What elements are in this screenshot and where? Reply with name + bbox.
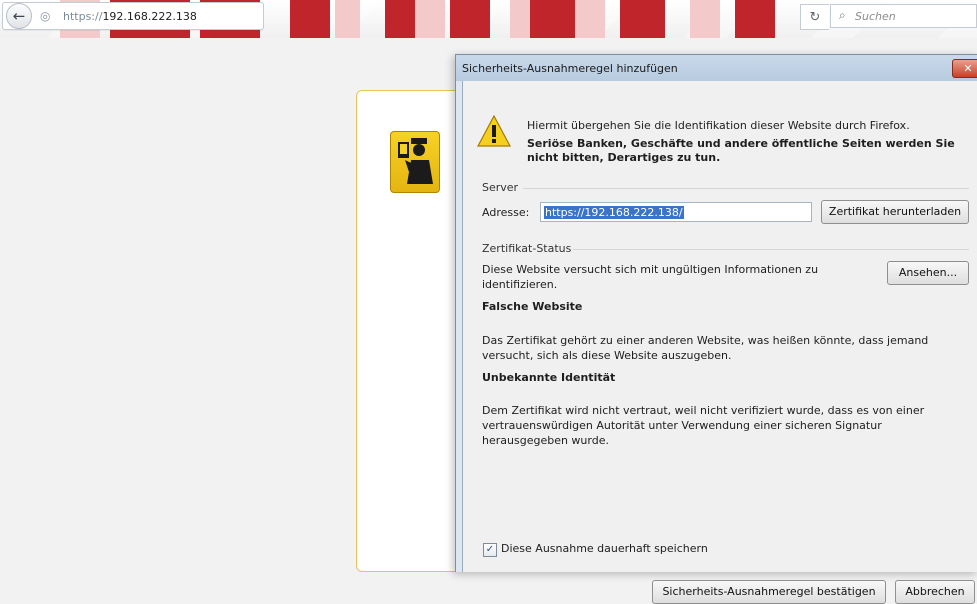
toolbar-stripe [620, 0, 665, 38]
certificate-status-label: Zertifikat-Status [482, 242, 572, 255]
toolbar-stripe [290, 0, 330, 38]
warning-text: Seriöse Banken, Geschäfte und andere öff… [527, 137, 955, 164]
toolbar-stripe [335, 0, 360, 38]
address-value: https://192.168.222.138/ [544, 206, 684, 219]
permanent-checkbox[interactable]: ✓ [483, 543, 497, 557]
security-exception-dialog: Sicherheits-Ausnahmeregel hinzufügen ✕ H… [455, 54, 977, 604]
url-protocol: https:// [63, 10, 103, 23]
address-label: Adresse: [482, 206, 530, 219]
toolbar-stripe [385, 0, 415, 38]
search-input[interactable]: ⌕ Suchen [830, 4, 977, 28]
security-officer-glyph [398, 138, 433, 184]
warning-icon [477, 115, 511, 147]
certificate-status-text: Diese Website versucht sich mit ungültig… [482, 263, 819, 291]
intro-text: Hiermit übergehen Sie die Identifikation… [527, 119, 910, 132]
search-placeholder: Suchen [855, 10, 896, 23]
confirm-exception-button[interactable]: Sicherheits-Ausnahmeregel bestätigen [652, 580, 886, 604]
site-identity-icon[interactable]: ◎ [40, 9, 54, 23]
view-certificate-button[interactable]: Ansehen... [887, 261, 969, 285]
back-arrow-icon[interactable]: ← [6, 3, 32, 29]
url-host: 192.168.222.138 [102, 10, 197, 23]
browser-toolbar: ← ◎ https://192.168.222.138 ↻ ⌕ Suchen [0, 0, 977, 38]
toolbar-stripe [530, 0, 575, 38]
cancel-button[interactable]: Abbrechen [895, 580, 975, 604]
toolbar-stripe [690, 0, 720, 38]
address-input[interactable]: https://192.168.222.138/ [540, 202, 812, 222]
dialog-titlebar[interactable]: Sicherheits-Ausnahmeregel hinzufügen ✕ [456, 55, 977, 81]
close-button[interactable]: ✕ [952, 59, 977, 78]
toolbar-stripe [415, 0, 445, 38]
close-icon: ✕ [963, 62, 973, 75]
divider [523, 188, 969, 189]
toolbar-stripe [510, 0, 530, 38]
toolbar-stripe [575, 0, 605, 38]
toolbar-stripe [450, 0, 490, 38]
security-officer-icon [390, 131, 440, 193]
reload-icon[interactable]: ↻ [800, 4, 829, 30]
divider [573, 249, 969, 250]
section-desc-wrong-site: Das Zertifikat gehört zu einer anderen W… [482, 334, 929, 362]
search-icon: ⌕ [839, 8, 846, 22]
dialog-body: Hiermit übergehen Sie die Identifikation… [462, 81, 977, 604]
server-group-label: Server [482, 181, 519, 194]
section-title-wrong-site: Falsche Website [482, 300, 583, 313]
toolbar-stripe [735, 0, 775, 38]
section-desc-unknown-identity: Dem Zertifikat wird nicht vertraut, weil… [482, 404, 925, 447]
permanent-checkbox-label[interactable]: Diese Ausnahme dauerhaft speichern [501, 542, 708, 555]
url-text[interactable]: https://192.168.222.138 [63, 10, 197, 23]
download-certificate-button[interactable]: Zertifikat herunterladen [821, 200, 969, 224]
dialog-title: Sicherheits-Ausnahmeregel hinzufügen [462, 62, 678, 75]
url-bar[interactable]: ← ◎ https://192.168.222.138 [2, 2, 264, 30]
section-title-unknown-identity: Unbekannte Identität [482, 371, 616, 384]
